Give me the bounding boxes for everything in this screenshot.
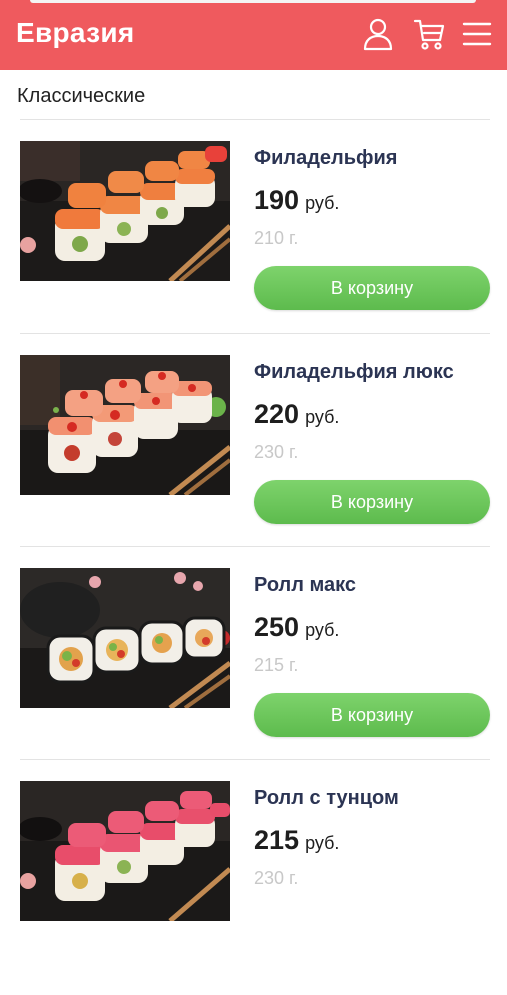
price-value: 220 (254, 399, 300, 429)
add-to-cart-button[interactable]: В корзину (254, 480, 490, 524)
price-value: 190 (254, 185, 300, 215)
product-price: 190 руб. (254, 185, 339, 216)
product-image[interactable] (20, 355, 230, 495)
product-card: Ролл с тунцом 215 руб. 230 г. (0, 781, 507, 995)
product-card: Филадельфия 190 руб. 210 г. В корзину (0, 141, 507, 355)
menu-icon[interactable] (460, 16, 494, 52)
cart-icon[interactable] (412, 16, 446, 52)
product-name[interactable]: Ролл с тунцом (254, 785, 399, 811)
product-weight: 230 г. (254, 442, 299, 462)
price-value: 250 (254, 612, 300, 642)
product-image[interactable] (20, 781, 230, 921)
divider (20, 546, 490, 547)
product-name[interactable]: Филадельфия (254, 145, 397, 171)
product-image[interactable] (20, 568, 230, 708)
product-image[interactable] (20, 141, 230, 281)
top-strip (30, 0, 476, 3)
price-currency: руб. (305, 833, 340, 853)
divider (20, 759, 490, 760)
brand-logo[interactable]: Евразия (16, 16, 134, 50)
product-name[interactable]: Филадельфия люкс (254, 359, 454, 385)
product-weight: 215 г. (254, 655, 299, 675)
app-header: Евразия (0, 0, 507, 70)
product-card: Филадельфия люкс 220 руб. 230 г. В корзин… (0, 355, 507, 569)
add-to-cart-button[interactable]: В корзину (254, 693, 490, 737)
divider (20, 333, 490, 334)
product-card: Ролл макс 250 руб. 215 г. В корзину (0, 568, 507, 782)
product-price: 215 руб. (254, 825, 339, 856)
price-value: 215 (254, 825, 300, 855)
section-title: Классические (17, 85, 146, 107)
product-weight: 210 г. (254, 228, 299, 248)
product-price: 250 руб. (254, 612, 339, 643)
price-currency: руб. (305, 407, 340, 427)
price-currency: руб. (305, 620, 340, 640)
product-weight: 230 г. (254, 868, 299, 888)
user-icon[interactable] (361, 16, 395, 52)
product-price: 220 руб. (254, 399, 339, 430)
price-currency: руб. (305, 193, 340, 213)
divider (20, 119, 490, 120)
add-to-cart-button[interactable]: В корзину (254, 266, 490, 310)
product-name[interactable]: Ролл макс (254, 572, 356, 598)
